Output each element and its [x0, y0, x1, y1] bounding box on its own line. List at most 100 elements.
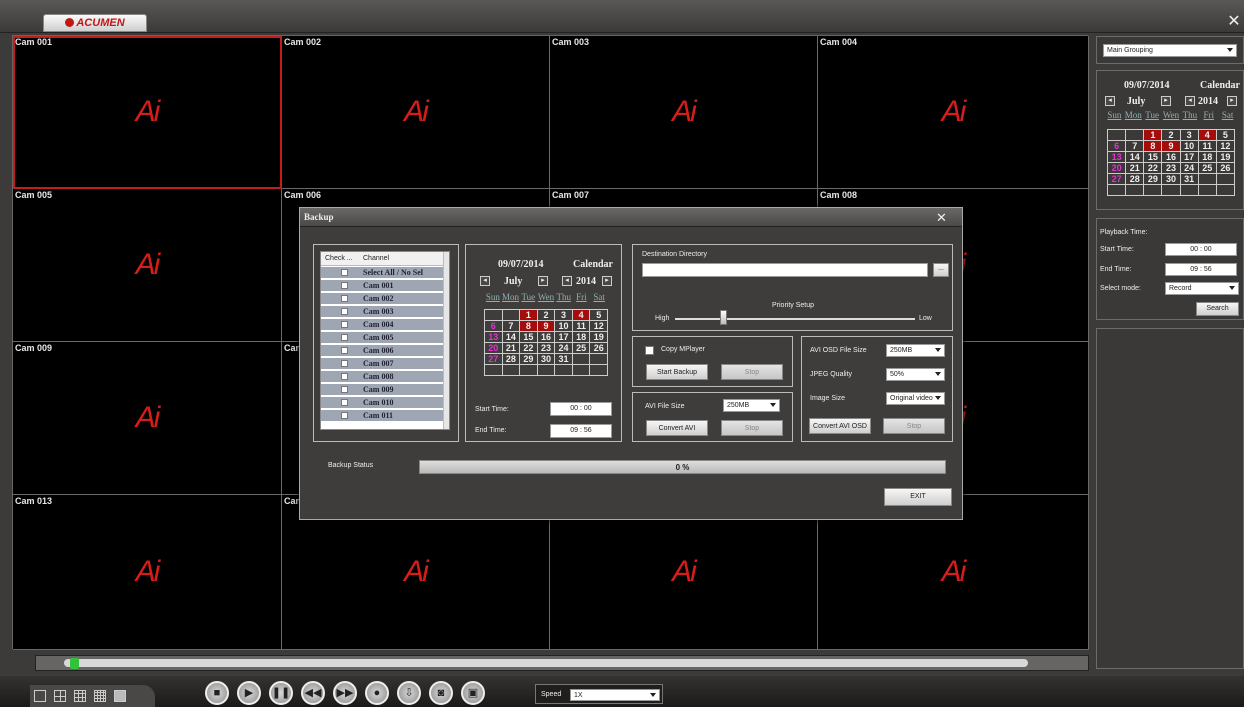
backup-calendar-day[interactable]: 16 — [537, 332, 556, 343]
priority-thumb[interactable] — [720, 310, 727, 325]
sidebar-calendar-day[interactable]: 10 — [1180, 141, 1199, 152]
backup-calendar-day[interactable]: 14 — [502, 332, 521, 343]
backup-start-input[interactable]: 00 : 00 — [550, 402, 612, 416]
channel-checkbox[interactable] — [341, 334, 348, 341]
prev-month-icon[interactable]: ◂ — [480, 276, 490, 286]
backup-calendar-day[interactable]: 28 — [502, 354, 521, 365]
stop-icon[interactable]: ■ — [205, 681, 229, 705]
next-year-icon[interactable]: ▸ — [602, 276, 612, 286]
channel-row[interactable]: Cam 010 — [321, 397, 443, 409]
end-time-input[interactable]: 09 : 56 — [1165, 263, 1237, 276]
channel-checkbox[interactable] — [341, 308, 348, 315]
camera-tile[interactable]: Cam 013 Ai — [13, 495, 282, 650]
close-icon[interactable]: ✕ — [1226, 14, 1242, 30]
backup-calendar-day[interactable]: 22 — [520, 343, 538, 354]
sidebar-calendar-day[interactable]: 2 — [1162, 130, 1181, 141]
backup-calendar-day[interactable]: 11 — [572, 321, 591, 332]
backup-calendar-day[interactable]: 29 — [520, 354, 538, 365]
sidebar-calendar-day[interactable]: 19 — [1216, 152, 1235, 163]
timeline-thumb[interactable] — [70, 658, 79, 669]
priority-track[interactable] — [675, 318, 915, 320]
backup-calendar-day[interactable]: 7 — [502, 321, 521, 332]
snapshot-icon[interactable]: ◙ — [429, 681, 453, 705]
channel-checkbox[interactable] — [341, 412, 348, 419]
backup-calendar-day[interactable]: 13 — [485, 332, 503, 343]
jpeg-quality-select[interactable]: 50% — [886, 368, 945, 381]
backup-calendar-day[interactable]: 3 — [555, 310, 573, 321]
pause-icon[interactable]: ❚❚ — [269, 681, 293, 705]
sidebar-calendar-day[interactable]: 18 — [1198, 152, 1217, 163]
next-month-icon[interactable]: ▸ — [1161, 96, 1171, 106]
channel-row[interactable]: Cam 005 — [321, 332, 443, 344]
channel-checkbox[interactable] — [341, 295, 348, 302]
backup-calendar-day[interactable]: 24 — [555, 343, 573, 354]
exit-icon[interactable]: ▣ — [461, 681, 485, 705]
sidebar-calendar-day[interactable]: 5 — [1216, 130, 1235, 141]
search-button[interactable]: Search — [1196, 302, 1239, 316]
backup-calendar-day[interactable]: 17 — [555, 332, 573, 343]
sidebar-calendar-day[interactable]: 11 — [1198, 141, 1217, 152]
record-icon[interactable]: ● — [365, 681, 389, 705]
sidebar-calendar-day[interactable]: 7 — [1126, 141, 1145, 152]
channel-row[interactable]: Cam 001 — [321, 280, 443, 292]
channel-row[interactable]: Cam 004 — [321, 319, 443, 331]
next-year-icon[interactable]: ▸ — [1227, 96, 1237, 106]
channel-checkbox[interactable] — [341, 347, 348, 354]
sidebar-calendar-day[interactable]: 8 — [1144, 141, 1163, 152]
exit-button[interactable]: EXIT — [884, 488, 952, 506]
backup-calendar-day[interactable]: 23 — [537, 343, 556, 354]
rewind-icon[interactable]: ◀◀ — [301, 681, 325, 705]
sidebar-calendar-day[interactable]: 6 — [1108, 141, 1127, 152]
sidebar-calendar-day[interactable]: 29 — [1144, 174, 1163, 185]
backup-calendar-day[interactable]: 8 — [520, 321, 538, 332]
backup-calendar-day[interactable]: 12 — [590, 321, 608, 332]
channel-row[interactable]: Select All / No Sel — [321, 267, 443, 279]
backup-icon[interactable]: ⇩ — [397, 681, 421, 705]
backup-calendar-day[interactable]: 5 — [590, 310, 608, 321]
copy-mplayer-checkbox[interactable] — [645, 346, 654, 355]
channel-row[interactable]: Cam 002 — [321, 293, 443, 305]
sidebar-calendar-day[interactable]: 13 — [1108, 152, 1127, 163]
backup-calendar-day[interactable]: 1 — [520, 310, 538, 321]
channel-checkbox[interactable] — [341, 360, 348, 367]
backup-calendar-day[interactable]: 20 — [485, 343, 503, 354]
camera-tile[interactable]: Cam 002 Ai — [282, 36, 550, 189]
backup-calendar-day[interactable]: 4 — [572, 310, 591, 321]
next-month-icon[interactable]: ▸ — [538, 276, 548, 286]
mode-select[interactable]: Record — [1165, 282, 1239, 295]
timeline-track[interactable] — [64, 659, 1028, 667]
backup-calendar-day[interactable]: 21 — [502, 343, 521, 354]
start-time-input[interactable]: 00 : 00 — [1165, 243, 1237, 256]
browse-button[interactable]: ... — [933, 263, 949, 277]
camera-tile[interactable]: Cam 009 Ai — [13, 342, 282, 495]
backup-calendar-day[interactable]: 10 — [555, 321, 573, 332]
sidebar-calendar-day[interactable]: 23 — [1162, 163, 1181, 174]
backup-calendar-day[interactable]: 18 — [572, 332, 591, 343]
channel-checkbox[interactable] — [341, 321, 348, 328]
convert-avi-button[interactable]: Convert AVI — [646, 420, 708, 436]
channel-column-header[interactable]: Channel — [363, 252, 389, 265]
sidebar-calendar-day[interactable]: 14 — [1126, 152, 1145, 163]
layout-25-icon[interactable] — [114, 690, 126, 702]
sidebar-calendar-day[interactable]: 30 — [1162, 174, 1181, 185]
channel-row[interactable]: Cam 011 — [321, 410, 443, 422]
backup-calendar-day[interactable]: 26 — [590, 343, 608, 354]
backup-calendar-day[interactable]: 15 — [520, 332, 538, 343]
speed-select[interactable]: 1X — [570, 689, 660, 701]
osd-size-select[interactable]: 250MB — [886, 344, 945, 357]
check-column-header[interactable]: Check ... — [325, 252, 353, 265]
sidebar-calendar-day[interactable]: 4 — [1198, 130, 1217, 141]
grouping-select[interactable]: Main Grouping — [1103, 44, 1237, 57]
channel-checkbox[interactable] — [341, 373, 348, 380]
sidebar-calendar-day[interactable]: 20 — [1108, 163, 1127, 174]
sidebar-calendar-day[interactable]: 1 — [1144, 130, 1163, 141]
channel-row[interactable]: Cam 003 — [321, 306, 443, 318]
play-icon[interactable]: ▶ — [237, 681, 261, 705]
sidebar-calendar-day[interactable]: 3 — [1180, 130, 1199, 141]
backup-calendar-day[interactable]: 31 — [555, 354, 573, 365]
channel-scrollbar[interactable] — [443, 252, 449, 429]
camera-tile[interactable]: Cam 004 Ai — [818, 36, 1089, 189]
layout-4-icon[interactable] — [54, 690, 66, 702]
channel-row[interactable]: Cam 006 — [321, 345, 443, 357]
sidebar-calendar-day[interactable]: 9 — [1162, 141, 1181, 152]
